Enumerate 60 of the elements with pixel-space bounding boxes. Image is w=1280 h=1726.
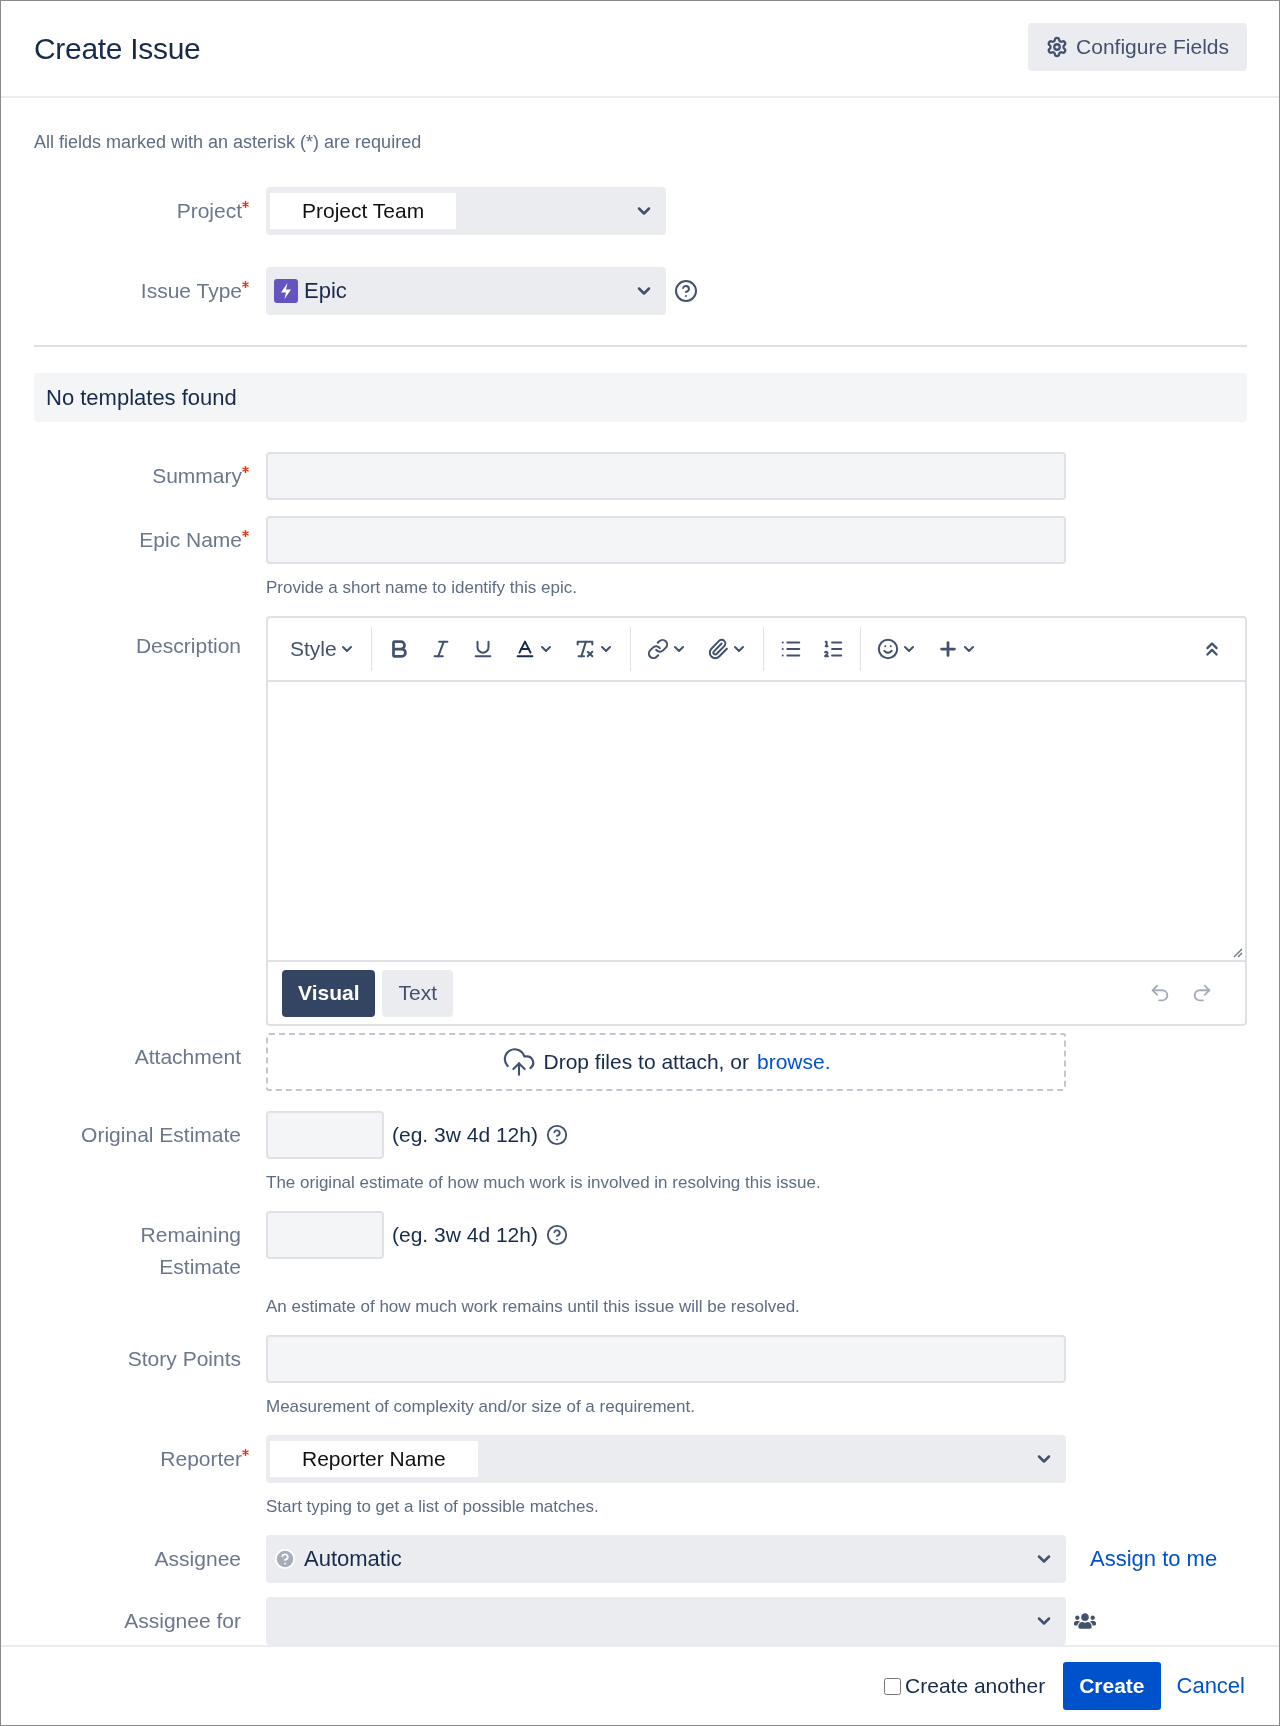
field-label: Summary xyxy=(152,463,242,489)
estimate-field[interactable] xyxy=(266,1111,384,1159)
paperclip-icon xyxy=(706,638,729,660)
field-hint: The original estimate of how much work is involved in resolving this issue. xyxy=(266,1173,822,1193)
select-value: Epic xyxy=(304,278,347,304)
text-field[interactable] xyxy=(266,516,1066,564)
dialog-title: Create Issue xyxy=(34,31,201,66)
browse-link[interactable]: browse. xyxy=(756,1050,831,1074)
assignee-select[interactable]: Automatic xyxy=(266,1535,1066,1583)
drop-text: Drop files to attach, or xyxy=(543,1050,749,1074)
cloud-upload-icon xyxy=(501,1045,536,1079)
help-icon xyxy=(545,1224,568,1246)
field-label: Project xyxy=(176,198,242,224)
lightning-icon xyxy=(274,279,298,303)
template-banner: No templates found xyxy=(34,373,1247,422)
configure-fields-button[interactable]: Configure Fields xyxy=(1028,22,1247,71)
file-drop-zone[interactable]: Drop files to attach, or browse. xyxy=(266,1033,1066,1091)
text-field[interactable] xyxy=(266,1335,1066,1383)
reporter-select[interactable]: Reporter Name xyxy=(266,1435,1066,1483)
format-hint: (eg. 3w 4d 12h) xyxy=(392,1223,538,1247)
field-hint: Provide a short name to identify this epic. xyxy=(266,578,578,598)
field-hint: Start typing to get a list of possible matches. xyxy=(266,1497,600,1517)
issue-type-select[interactable]: Epic xyxy=(266,267,666,315)
field-hint: An estimate of how much work remains until this issue will be resolved. xyxy=(266,1297,801,1317)
checkbox-label[interactable]: Create another xyxy=(905,1674,1046,1698)
text-field[interactable] xyxy=(266,452,1066,500)
assign-to-me-link[interactable]: Assign to me xyxy=(1090,1546,1218,1572)
select-value: Automatic xyxy=(304,1546,402,1572)
select-value: Reporter Name xyxy=(270,1441,478,1477)
project-select[interactable]: Project Team xyxy=(266,187,666,235)
style-dropdown[interactable]: Style xyxy=(280,629,365,669)
field-label: Assignee for xyxy=(124,1608,241,1634)
required-note: All fields marked with an asterisk (*) are required xyxy=(34,132,423,153)
estimate-field[interactable] xyxy=(266,1211,384,1259)
mode-tab[interactable]: Text xyxy=(382,969,453,1017)
smiley-icon xyxy=(876,638,899,660)
field-label: Issue Type xyxy=(140,278,242,304)
help-icon xyxy=(674,279,698,303)
create-another-checkbox[interactable] xyxy=(884,1677,902,1695)
field-label: Description xyxy=(135,633,241,659)
format-hint: (eg. 3w 4d 12h) xyxy=(392,1123,538,1147)
field-label: Attachment xyxy=(134,1044,241,1070)
select-value: Project Team xyxy=(270,193,457,229)
field-label: Assignee xyxy=(154,1546,241,1572)
field-label: Reporter xyxy=(160,1446,242,1472)
resize-handle-icon[interactable] xyxy=(1231,946,1243,958)
cancel-link[interactable]: Cancel xyxy=(1176,1673,1245,1699)
mode-tab[interactable]: Visual xyxy=(282,969,376,1017)
help-icon xyxy=(274,1548,296,1570)
field-label: Story Points xyxy=(127,1346,241,1372)
create-button[interactable]: Create xyxy=(1063,1662,1161,1710)
settings-icon xyxy=(1046,35,1069,58)
link-icon xyxy=(646,638,669,660)
field-hint: Measurement of complexity and/or size of a requirement. xyxy=(266,1397,696,1417)
numbered-list-icon xyxy=(821,638,844,660)
field-label: Epic Name xyxy=(139,527,242,553)
users-icon xyxy=(1074,1610,1096,1632)
field-label: Remaining Estimate xyxy=(140,1222,241,1280)
field-label: Original Estimate xyxy=(81,1122,241,1148)
help-icon xyxy=(545,1124,568,1146)
